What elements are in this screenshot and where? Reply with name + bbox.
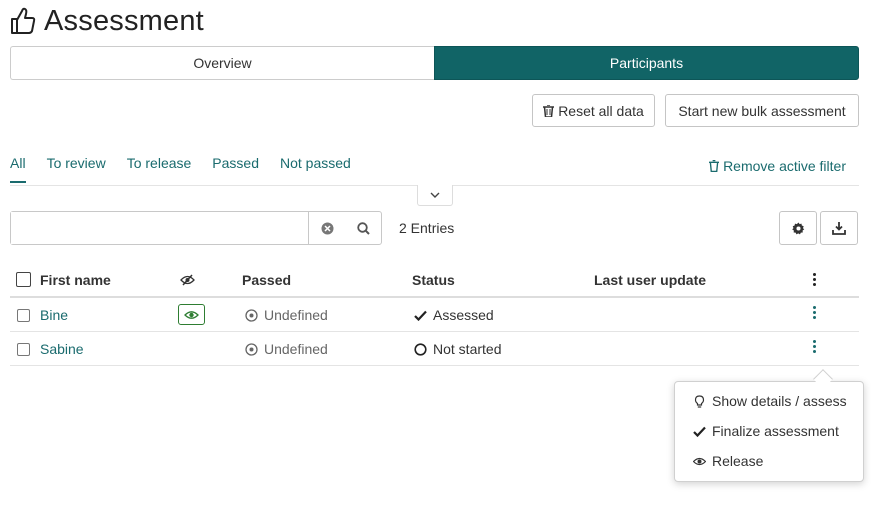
menu-item-release[interactable]: Release xyxy=(693,451,763,471)
first-name-link[interactable]: Bine xyxy=(40,307,68,323)
gear-icon xyxy=(791,221,804,234)
table-header: First name Passed Status Last user updat… xyxy=(10,262,859,298)
menu-item-finalize[interactable]: Finalize assessment xyxy=(693,421,839,441)
status-cell: Assessed xyxy=(414,307,494,323)
table-row: Bine Undefined Assessed xyxy=(10,298,859,332)
menu-item-label: Finalize assessment xyxy=(712,423,839,439)
eye-slash-icon xyxy=(180,274,195,286)
col-last-user-update[interactable]: Last user update xyxy=(594,272,706,288)
eye-icon xyxy=(693,457,706,465)
select-all-checkbox[interactable] xyxy=(16,272,31,287)
col-passed[interactable]: Passed xyxy=(242,272,291,288)
col-first-name[interactable]: First name xyxy=(40,272,111,288)
reset-all-data-button[interactable]: Reset all data xyxy=(532,94,655,127)
undefined-circle-icon xyxy=(245,342,258,356)
first-name-link[interactable]: Sabine xyxy=(40,341,84,357)
filter-passed[interactable]: Passed xyxy=(212,155,259,183)
page-title: Assessment xyxy=(44,4,204,37)
remove-active-filter-link[interactable]: Remove active filter xyxy=(709,158,846,174)
check-icon xyxy=(693,426,706,437)
filter-to-release[interactable]: To release xyxy=(127,155,192,183)
filter-not-passed[interactable]: Not passed xyxy=(280,155,351,183)
search-button[interactable] xyxy=(345,212,381,244)
passed-value: Undefined xyxy=(264,341,328,357)
header-more-icon[interactable] xyxy=(810,273,818,286)
menu-item-label: Show details / assess xyxy=(712,393,847,409)
filter-all[interactable]: All xyxy=(10,155,26,183)
search-box xyxy=(10,211,382,245)
passed-cell: Undefined xyxy=(245,341,328,357)
visibility-toggle[interactable] xyxy=(178,304,205,325)
start-bulk-assessment-button[interactable]: Start new bulk assessment xyxy=(665,94,859,127)
row-checkbox[interactable] xyxy=(17,343,30,356)
tab-overview[interactable]: Overview xyxy=(10,46,434,80)
collapse-filters-toggle[interactable] xyxy=(417,185,453,206)
chevron-down-icon xyxy=(430,192,440,198)
page-header: Assessment xyxy=(10,4,204,38)
thumbs-up-icon xyxy=(11,7,36,34)
undefined-circle-icon xyxy=(245,308,258,322)
entries-count: 2 Entries xyxy=(399,220,455,236)
row-more-icon[interactable] xyxy=(810,340,818,353)
check-icon xyxy=(414,310,427,321)
row-more-icon[interactable] xyxy=(810,306,818,319)
status-cell: Not started xyxy=(414,341,501,357)
row-actions-menu: Show details / assess Finalize assessmen… xyxy=(674,381,864,482)
search-input[interactable] xyxy=(11,212,309,244)
row-checkbox[interactable] xyxy=(17,309,30,322)
eye-icon xyxy=(184,310,199,319)
filter-tabs: All To review To release Passed Not pass… xyxy=(10,155,351,183)
clear-search-button[interactable] xyxy=(309,212,345,244)
table-settings-button[interactable] xyxy=(779,211,817,245)
filter-to-review[interactable]: To review xyxy=(47,155,106,183)
trash-icon xyxy=(709,160,720,172)
status-value: Assessed xyxy=(433,307,494,323)
download-icon xyxy=(832,221,846,235)
menu-item-label: Release xyxy=(712,453,764,469)
view-tabs: Overview Participants xyxy=(10,46,859,80)
export-button[interactable] xyxy=(820,211,858,245)
table-row: Sabine Undefined Not started xyxy=(10,332,859,366)
col-status[interactable]: Status xyxy=(412,272,455,288)
remove-active-filter-label: Remove active filter xyxy=(723,158,846,174)
menu-item-show-details[interactable]: Show details / assess xyxy=(693,391,847,411)
circle-outline-icon xyxy=(414,342,427,356)
passed-value: Undefined xyxy=(264,307,328,323)
passed-cell: Undefined xyxy=(245,307,328,323)
search-icon xyxy=(356,221,370,235)
clear-icon xyxy=(321,222,333,234)
trash-icon xyxy=(543,104,555,117)
reset-all-data-label: Reset all data xyxy=(558,102,644,119)
lightbulb-icon xyxy=(694,394,705,408)
status-value: Not started xyxy=(433,341,502,357)
tab-participants[interactable]: Participants xyxy=(434,46,859,80)
